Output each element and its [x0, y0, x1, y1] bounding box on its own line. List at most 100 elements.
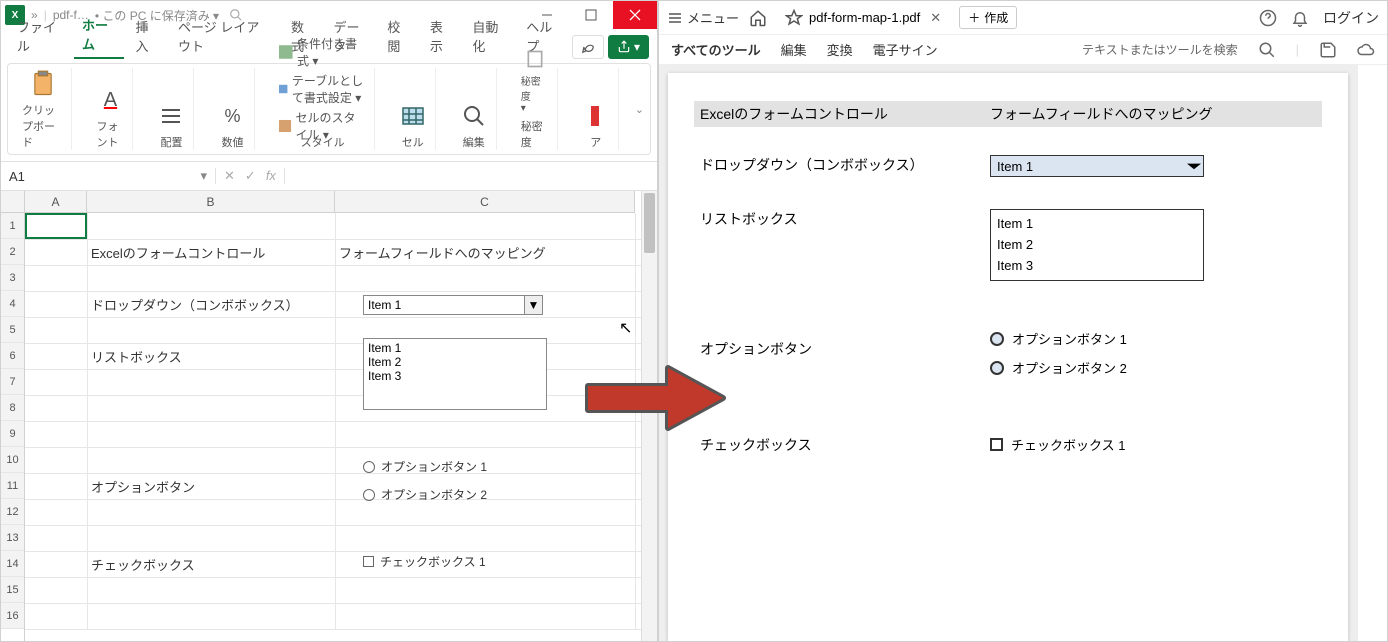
menu-button[interactable]: メニュー — [667, 8, 739, 27]
row-header[interactable]: 9 — [1, 421, 24, 447]
row-header[interactable]: 14 — [1, 551, 24, 577]
pdf-combobox[interactable]: Item 1 — [990, 155, 1204, 177]
row-header[interactable]: 2 — [1, 239, 24, 265]
ribbon-collapse[interactable]: ⌄ — [635, 68, 644, 150]
group-align[interactable]: 配置 — [149, 68, 194, 150]
listbox-item[interactable]: Item 3 — [368, 369, 542, 383]
group-font[interactable]: A フォント — [88, 68, 133, 150]
tab-file[interactable]: ファイル — [9, 13, 70, 59]
cond-format-button[interactable]: 条件付き書式 ▾ — [279, 35, 365, 69]
row-header[interactable]: 4 — [1, 291, 24, 317]
group-secrecy[interactable]: 秘密度▾ 秘密度 — [513, 68, 558, 150]
share-button[interactable]: ▾ — [608, 35, 649, 59]
row-header[interactable]: 10 — [1, 447, 24, 473]
align-icon[interactable] — [157, 102, 185, 130]
acrobat-right-sidebar[interactable] — [1357, 65, 1387, 641]
row-header[interactable]: 16 — [1, 603, 24, 629]
listbox-item[interactable]: Item 1 — [368, 341, 542, 355]
row-header[interactable]: 3 — [1, 265, 24, 291]
cancel-icon[interactable]: ✕ — [224, 168, 235, 184]
accept-icon[interactable]: ✓ — [245, 168, 256, 184]
row-header[interactable]: 11 — [1, 473, 24, 499]
scrollbar-thumb[interactable] — [644, 193, 655, 253]
col-header-b[interactable]: B — [87, 191, 335, 213]
tab-review[interactable]: 校閲 — [379, 13, 418, 59]
group-edit[interactable]: 編集 — [452, 68, 497, 150]
cell-c2[interactable]: フォームフィールドへのマッピング — [339, 243, 546, 262]
acrobat-page-area[interactable]: Excelのフォームコントロール フォームフィールドへのマッピング ドロップダウ… — [659, 65, 1357, 641]
tab-insert[interactable]: 挿入 — [128, 13, 167, 59]
cloud-icon[interactable] — [1357, 41, 1375, 59]
pdf-checkbox-1[interactable]: チェックボックス 1 — [990, 435, 1316, 454]
pdf-radio-2[interactable]: オプションボタン 2 — [990, 358, 1316, 377]
cell-icon[interactable] — [399, 102, 427, 130]
name-box[interactable]: A1▾ — [1, 168, 216, 184]
maximize-button[interactable] — [569, 1, 613, 29]
cell-b4[interactable]: ドロップダウン（コンボボックス） — [91, 295, 299, 314]
save-icon[interactable] — [1319, 41, 1337, 59]
paste-icon[interactable] — [29, 70, 57, 98]
table-format-button[interactable]: テーブルとして書式設定 ▾ — [279, 72, 365, 106]
row-header[interactable]: 8 — [1, 395, 24, 421]
excel-checkbox-1[interactable]: チェックボックス 1 — [363, 553, 486, 570]
dropdown-arrow-icon[interactable]: ▼ — [524, 296, 542, 314]
create-button[interactable]: ＋作成 — [959, 6, 1017, 29]
all-tools-button[interactable]: すべてのツール — [671, 40, 761, 59]
row-header[interactable]: 13 — [1, 525, 24, 551]
excel-option-1[interactable]: オプションボタン 1 — [363, 458, 487, 475]
group-cell[interactable]: セル — [391, 68, 436, 150]
pdf-radio-1[interactable]: オプションボタン 1 — [990, 329, 1316, 348]
group-clipboard[interactable]: クリップボード — [14, 68, 72, 150]
tab-automate[interactable]: 自動化 — [464, 13, 514, 59]
excel-combobox[interactable]: Item 1 ▼ — [363, 295, 543, 315]
excel-listbox[interactable]: Item 1 Item 2 Item 3 — [363, 338, 547, 410]
tab-view[interactable]: 表示 — [422, 13, 461, 59]
cell-b6[interactable]: リストボックス — [91, 347, 182, 366]
row-header[interactable]: 7 — [1, 369, 24, 395]
addin-icon[interactable] — [582, 102, 610, 130]
dropdown-arrow-icon[interactable] — [1187, 158, 1201, 174]
fx-icon[interactable]: fx — [266, 168, 276, 184]
pdf-listbox[interactable]: Item 1 Item 2 Item 3 — [990, 209, 1204, 281]
cell-b14[interactable]: チェックボックス — [91, 555, 195, 574]
number-icon[interactable]: % — [218, 102, 246, 130]
search-hint[interactable]: テキストまたはツールを検索 — [1082, 41, 1238, 58]
select-all-corner[interactable] — [1, 191, 24, 213]
cells-area[interactable]: Excelのフォームコントロール フォームフィールドへのマッピング ドロップダウ… — [25, 213, 641, 629]
pdf-listbox-item[interactable]: Item 3 — [997, 256, 1197, 277]
pdf-listbox-item[interactable]: Item 1 — [997, 214, 1197, 235]
home-icon[interactable] — [749, 9, 767, 27]
row-header[interactable]: 5 — [1, 317, 24, 343]
bell-icon[interactable] — [1291, 9, 1309, 27]
edit-button[interactable]: 編集 — [781, 40, 807, 59]
cell-b11[interactable]: オプションボタン — [91, 477, 195, 496]
tab-close-icon[interactable]: ✕ — [930, 10, 941, 26]
star-icon[interactable] — [785, 9, 803, 27]
group-addins[interactable]: ア — [574, 68, 619, 150]
comments-button[interactable] — [572, 35, 604, 59]
col-header-c[interactable]: C — [335, 191, 635, 213]
group-number[interactable]: % 数値 — [210, 68, 255, 150]
tab-layout[interactable]: ページ レイアウト — [170, 13, 279, 59]
sign-button[interactable]: 電子サイン — [873, 40, 938, 59]
cell-b2[interactable]: Excelのフォームコントロール — [91, 243, 265, 262]
close-button[interactable] — [613, 1, 657, 29]
edit-icon[interactable] — [460, 102, 488, 130]
excel-option-2[interactable]: オプションボタン 2 — [363, 486, 487, 503]
listbox-item[interactable]: Item 2 — [368, 355, 542, 369]
secrecy-icon[interactable] — [521, 49, 549, 69]
tab-home[interactable]: ホーム — [74, 11, 123, 59]
convert-button[interactable]: 変換 — [827, 40, 853, 59]
active-cell[interactable] — [25, 213, 87, 239]
col-header-a[interactable]: A — [25, 191, 87, 213]
pdf-listbox-item[interactable]: Item 2 — [997, 235, 1197, 256]
login-button[interactable]: ログイン — [1323, 8, 1379, 28]
row-header[interactable]: 1 — [1, 213, 24, 239]
font-icon[interactable]: A — [96, 86, 124, 114]
help-icon[interactable] — [1259, 9, 1277, 27]
row-header[interactable]: 12 — [1, 499, 24, 525]
row-header[interactable]: 15 — [1, 577, 24, 603]
row-header[interactable]: 6 — [1, 343, 24, 369]
search-icon[interactable] — [1258, 41, 1276, 59]
document-tab[interactable]: pdf-form-map-1.pdf ✕ — [777, 5, 949, 31]
